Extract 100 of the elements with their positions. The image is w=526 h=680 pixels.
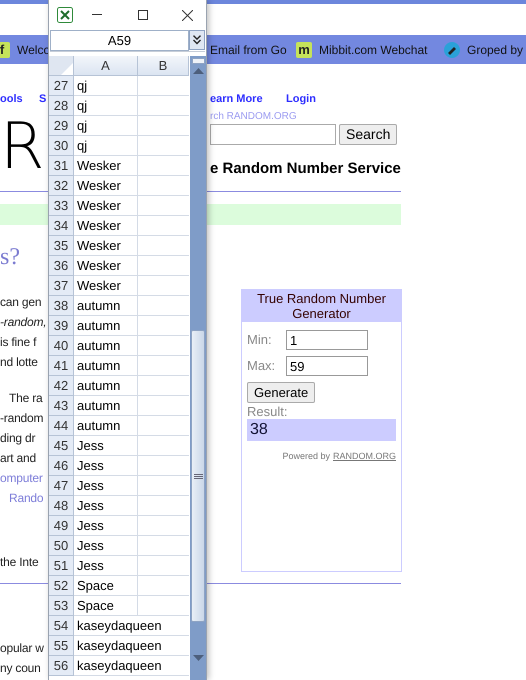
table-cell: Space [74, 576, 138, 596]
number-field[interactable]: 1 [286, 330, 368, 350]
row-header[interactable]: 49 [49, 516, 74, 536]
generate-button[interactable]: Generate [247, 382, 316, 403]
name-box[interactable]: A59 [50, 30, 189, 51]
table-cell: Wesker [74, 156, 138, 176]
table-cell: Wesker [74, 216, 138, 236]
row-header[interactable]: 41 [49, 356, 74, 376]
bookmark-link[interactable]: Email from Go [210, 40, 287, 58]
row-header[interactable]: 34 [49, 216, 74, 236]
text-link[interactable]: Rando [9, 490, 44, 506]
paragraph-line: ding dr [0, 430, 36, 446]
row-header[interactable]: 33 [49, 196, 74, 216]
row-header[interactable]: 42 [49, 376, 74, 396]
table-cell: Jess [74, 516, 138, 536]
field-label: Min: [247, 331, 273, 350]
search-field[interactable] [210, 124, 336, 145]
row-header[interactable]: 53 [49, 596, 74, 616]
bookmark-icon: f [0, 42, 10, 58]
row-header[interactable]: 45 [49, 436, 74, 456]
bookmark-link[interactable]: Mibbit.com Webchat [319, 40, 428, 58]
row-header[interactable]: 46 [49, 456, 74, 476]
table-cell: Jess [74, 536, 138, 556]
row-header[interactable]: 35 [49, 236, 74, 256]
row-header[interactable]: 29 [49, 116, 74, 136]
row-header[interactable]: 52 [49, 576, 74, 596]
row-header[interactable]: 39 [49, 316, 74, 336]
paragraph-line: opular w [0, 640, 44, 656]
table-cell: autumn [74, 356, 138, 376]
table-cell: autumn [74, 416, 138, 436]
paragraph-line: -random [0, 410, 44, 426]
table-cell: kaseydaqueen [74, 616, 189, 636]
site-logo: R [0, 120, 46, 174]
pen-icon [444, 42, 460, 58]
table-cell: Wesker [74, 256, 138, 276]
field-label: Max: [247, 357, 276, 376]
table-cell: autumn [74, 316, 138, 336]
table-cell: autumn [74, 336, 138, 356]
row-header[interactable]: 55 [49, 636, 74, 656]
row-header[interactable]: 37 [49, 276, 74, 296]
row-header[interactable]: 48 [49, 496, 74, 516]
paragraph-line: can gen [0, 294, 42, 310]
row-header[interactable]: 47 [49, 476, 74, 496]
nav-link[interactable]: ools [0, 90, 39, 108]
nav-link[interactable]: earn More [210, 90, 286, 108]
number-field[interactable]: 59 [286, 356, 368, 376]
row-header[interactable]: 38 [49, 296, 74, 316]
row-header[interactable]: 32 [49, 176, 74, 196]
maximize-icon[interactable] [138, 10, 148, 20]
table-cell: Wesker [74, 276, 138, 296]
row-header[interactable]: 30 [49, 136, 74, 156]
random-org-link[interactable]: RANDOM.ORG [333, 450, 396, 464]
minimize-icon[interactable] [92, 14, 102, 16]
table-cell: Jess [74, 436, 138, 456]
table-cell: Space [74, 596, 138, 616]
table-cell: Wesker [74, 176, 138, 196]
table-cell: qj [74, 136, 138, 156]
dropdown-icon[interactable] [189, 30, 205, 50]
search-caption: rch RANDOM.ORG [210, 111, 298, 123]
row-header[interactable]: 43 [49, 396, 74, 416]
search-button[interactable]: Search [339, 124, 398, 145]
row-header[interactable]: 50 [49, 536, 74, 556]
row-header[interactable]: 28 [49, 96, 74, 116]
bookmark-link[interactable]: Groped by [467, 40, 524, 58]
bookmark-icon: m [296, 42, 312, 58]
row-header[interactable]: 54 [49, 616, 74, 636]
site-tagline: e Random Number Service [210, 159, 401, 179]
row-header[interactable]: 40 [49, 336, 74, 356]
row-header[interactable]: 31 [49, 156, 74, 176]
row-header[interactable]: 27 [49, 76, 74, 96]
vertical-scrollbar[interactable] [190, 56, 206, 680]
paragraph-line: -random, [0, 314, 46, 330]
scroll-down-icon[interactable] [192, 655, 204, 661]
table-cell: Wesker [74, 236, 138, 256]
table-cell: autumn [74, 376, 138, 396]
column-header[interactable]: B [138, 56, 189, 76]
nav-link[interactable]: S [39, 90, 46, 108]
powered-by-text: Powered by [282, 450, 330, 463]
table-cell: autumn [74, 296, 138, 316]
row-header[interactable]: 51 [49, 556, 74, 576]
table-cell: qj [74, 76, 138, 96]
table-cell: Wesker [74, 196, 138, 216]
scroll-up-icon[interactable] [192, 68, 204, 74]
nav-link[interactable]: Login [286, 90, 316, 108]
column-header[interactable]: A [74, 56, 138, 76]
row-header[interactable]: 44 [49, 416, 74, 436]
split-handle[interactable] [192, 58, 204, 64]
result-value: 38 [247, 419, 396, 441]
close-icon[interactable] [182, 10, 193, 20]
widget-title: True Random Number Generator [242, 290, 401, 322]
table-cell: kaseydaqueen [74, 636, 189, 656]
text-link[interactable]: omputer [0, 470, 43, 486]
row-header[interactable]: 36 [49, 256, 74, 276]
scroll-thumb[interactable] [191, 330, 205, 622]
grip-icon [194, 474, 202, 478]
table-cell: Jess [74, 556, 138, 576]
row-header[interactable]: 56 [49, 656, 74, 676]
paragraph-line: art and [0, 450, 36, 466]
paragraph-line: the Inte [0, 554, 38, 570]
table-cell: qj [74, 96, 138, 116]
